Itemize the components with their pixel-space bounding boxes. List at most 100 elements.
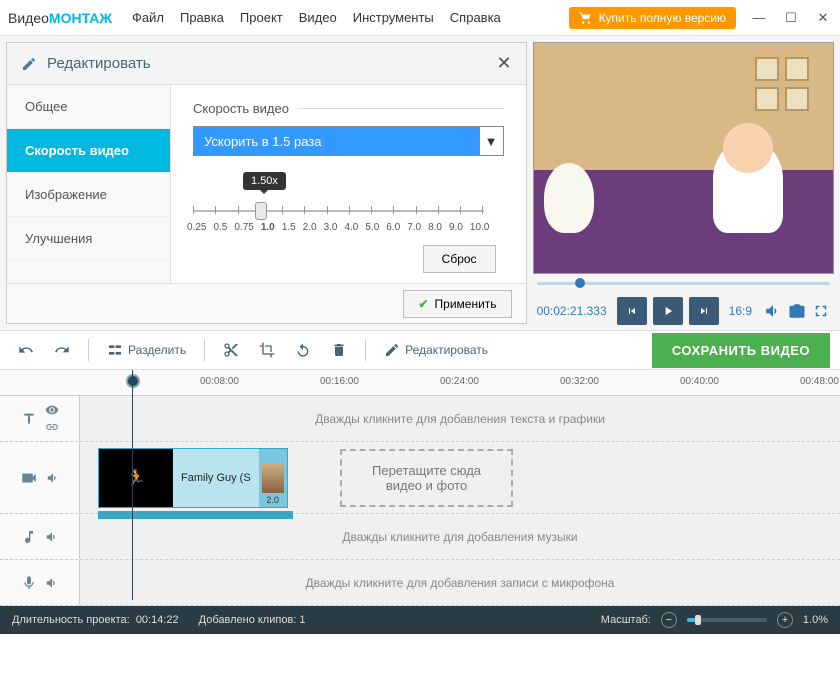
timeline-ruler[interactable]: 00:08:00 00:16:00 00:24:00 00:32:00 00:4… xyxy=(0,370,840,396)
track-music[interactable]: Дважды кликните для добавления музыки xyxy=(0,514,840,560)
maximize-button[interactable]: ☐ xyxy=(782,9,800,27)
scissors-icon xyxy=(223,342,239,358)
edit-panel-title: Редактировать xyxy=(47,55,496,72)
menu-video[interactable]: Видео xyxy=(299,10,337,25)
zoom-value: 1.0% xyxy=(803,614,828,626)
menu-help[interactable]: Справка xyxy=(450,10,501,25)
music-icon xyxy=(21,529,37,545)
volume-icon[interactable] xyxy=(45,576,59,590)
clip-transition[interactable]: 2.0 xyxy=(259,449,287,507)
edit-panel-close-button[interactable]: ✕ xyxy=(496,53,511,74)
video-dropzone[interactable]: Перетащите сюда видео и фото xyxy=(340,449,513,507)
next-frame-button[interactable] xyxy=(689,297,719,325)
play-icon xyxy=(661,304,675,318)
preview-controls: 00:02:21.333 16:9 xyxy=(533,292,834,330)
redo-button[interactable] xyxy=(46,336,78,364)
minimize-button[interactable]: — xyxy=(750,9,768,27)
preview-video[interactable] xyxy=(533,42,834,274)
delete-button[interactable] xyxy=(323,336,355,364)
eye-icon[interactable] xyxy=(45,403,59,417)
preview-scrubber[interactable] xyxy=(533,274,834,292)
statusbar: Длительность проекта: 00:14:22 Добавлено… xyxy=(0,606,840,634)
zoom-slider[interactable] xyxy=(687,618,767,622)
skip-next-icon xyxy=(698,305,710,317)
zoom-thumb[interactable] xyxy=(695,615,701,625)
slider-thumb[interactable] xyxy=(255,202,267,220)
crop-icon xyxy=(259,342,275,358)
app-logo: ВидеоМОНТАЖ xyxy=(8,10,112,26)
tab-general[interactable]: Общее xyxy=(7,85,170,129)
edit-tabs: Общее Скорость видео Изображение Улучшен… xyxy=(7,85,171,283)
apply-button[interactable]: ✔ Применить xyxy=(403,290,511,318)
edit-button[interactable]: Редактировать xyxy=(376,336,496,364)
split-icon xyxy=(107,342,123,358)
check-icon: ✔ xyxy=(418,297,428,311)
link-icon[interactable] xyxy=(45,420,59,434)
clips-added: Добавлено клипов: 1 xyxy=(199,614,306,626)
text-track-hint: Дважды кликните для добавления текста и … xyxy=(315,412,605,426)
chevron-down-icon: ▼ xyxy=(479,127,503,155)
fullscreen-button[interactable] xyxy=(812,302,830,320)
aspect-ratio-label[interactable]: 16:9 xyxy=(729,304,752,318)
save-video-button[interactable]: СОХРАНИТЬ ВИДЕО xyxy=(652,333,830,368)
zoom-out-button[interactable]: − xyxy=(661,612,677,628)
undo-icon xyxy=(18,342,34,358)
snapshot-button[interactable] xyxy=(788,302,806,320)
menu-edit[interactable]: Правка xyxy=(180,10,224,25)
clip-label: Family Guy (S xyxy=(173,449,259,507)
window-controls: — ☐ ✕ xyxy=(750,9,832,27)
reset-button[interactable]: Сброс xyxy=(423,245,496,273)
edit-panel-header: Редактировать ✕ xyxy=(7,43,526,85)
preview-pane: 00:02:21.333 16:9 xyxy=(527,36,840,330)
menu-tools[interactable]: Инструменты xyxy=(353,10,434,25)
scale-label: Масштаб: xyxy=(601,614,651,626)
scrubber-thumb[interactable] xyxy=(575,278,585,288)
crop-button[interactable] xyxy=(251,336,283,364)
close-button[interactable]: ✕ xyxy=(814,9,832,27)
play-button[interactable] xyxy=(653,297,683,325)
edit-panel: Редактировать ✕ Общее Скорость видео Изо… xyxy=(6,42,527,324)
tab-video-speed[interactable]: Скорость видео xyxy=(7,129,170,173)
slider-tooltip: 1.50x xyxy=(243,172,286,190)
timeline-toolbar: Разделить Редактировать СОХРАНИТЬ ВИДЕО xyxy=(0,330,840,370)
volume-icon xyxy=(764,302,782,320)
timecode: 00:02:21.333 xyxy=(537,304,607,318)
mic-track-hint: Дважды кликните для добавления записи с … xyxy=(306,576,615,590)
edit-content: Скорость видео Ускорить в 1.5 раза ▼ 1.5… xyxy=(171,85,526,283)
mic-icon xyxy=(21,575,37,591)
trash-icon xyxy=(331,342,347,358)
titlebar: ВидеоМОНТАЖ Файл Правка Проект Видео Инс… xyxy=(0,0,840,36)
track-video[interactable]: 🏃 Family Guy (S 2.0 Перетащите сюда виде… xyxy=(0,442,840,514)
playhead-marker[interactable] xyxy=(126,374,140,388)
split-button[interactable]: Разделить xyxy=(99,336,194,364)
tab-improvements[interactable]: Улучшения xyxy=(7,217,170,261)
menu-file[interactable]: Файл xyxy=(132,10,164,25)
prev-frame-button[interactable] xyxy=(617,297,647,325)
skip-prev-icon xyxy=(626,305,638,317)
cut-button[interactable] xyxy=(215,336,247,364)
menu-project[interactable]: Проект xyxy=(240,10,283,25)
volume-button[interactable] xyxy=(764,302,782,320)
music-track-hint: Дважды кликните для добавления музыки xyxy=(342,530,577,544)
buy-full-version-button[interactable]: Купить полную версию xyxy=(569,7,736,29)
video-clip[interactable]: 🏃 Family Guy (S 2.0 xyxy=(98,448,288,508)
menubar: Файл Правка Проект Видео Инструменты Спр… xyxy=(132,10,501,25)
slider-ticks xyxy=(193,206,484,214)
undo-button[interactable] xyxy=(10,336,42,364)
rotate-button[interactable] xyxy=(287,336,319,364)
volume-icon[interactable] xyxy=(46,471,60,485)
volume-icon[interactable] xyxy=(45,530,59,544)
text-icon xyxy=(21,411,37,427)
tab-image[interactable]: Изображение xyxy=(7,173,170,217)
track-text[interactable]: Дважды кликните для добавления текста и … xyxy=(0,396,840,442)
track-video-head xyxy=(0,442,80,513)
fullscreen-icon xyxy=(812,302,830,320)
speed-dropdown[interactable]: Ускорить в 1.5 раза ▼ xyxy=(193,126,504,156)
playhead-line xyxy=(132,370,133,600)
zoom-in-button[interactable]: + xyxy=(777,612,793,628)
slider-labels: 0.250.50.751.01.52.03.04.05.06.07.08.09.… xyxy=(187,222,490,233)
track-mic[interactable]: Дважды кликните для добавления записи с … xyxy=(0,560,840,606)
edit-icon xyxy=(21,56,37,72)
track-music-head xyxy=(0,514,80,559)
cart-icon xyxy=(579,11,593,25)
